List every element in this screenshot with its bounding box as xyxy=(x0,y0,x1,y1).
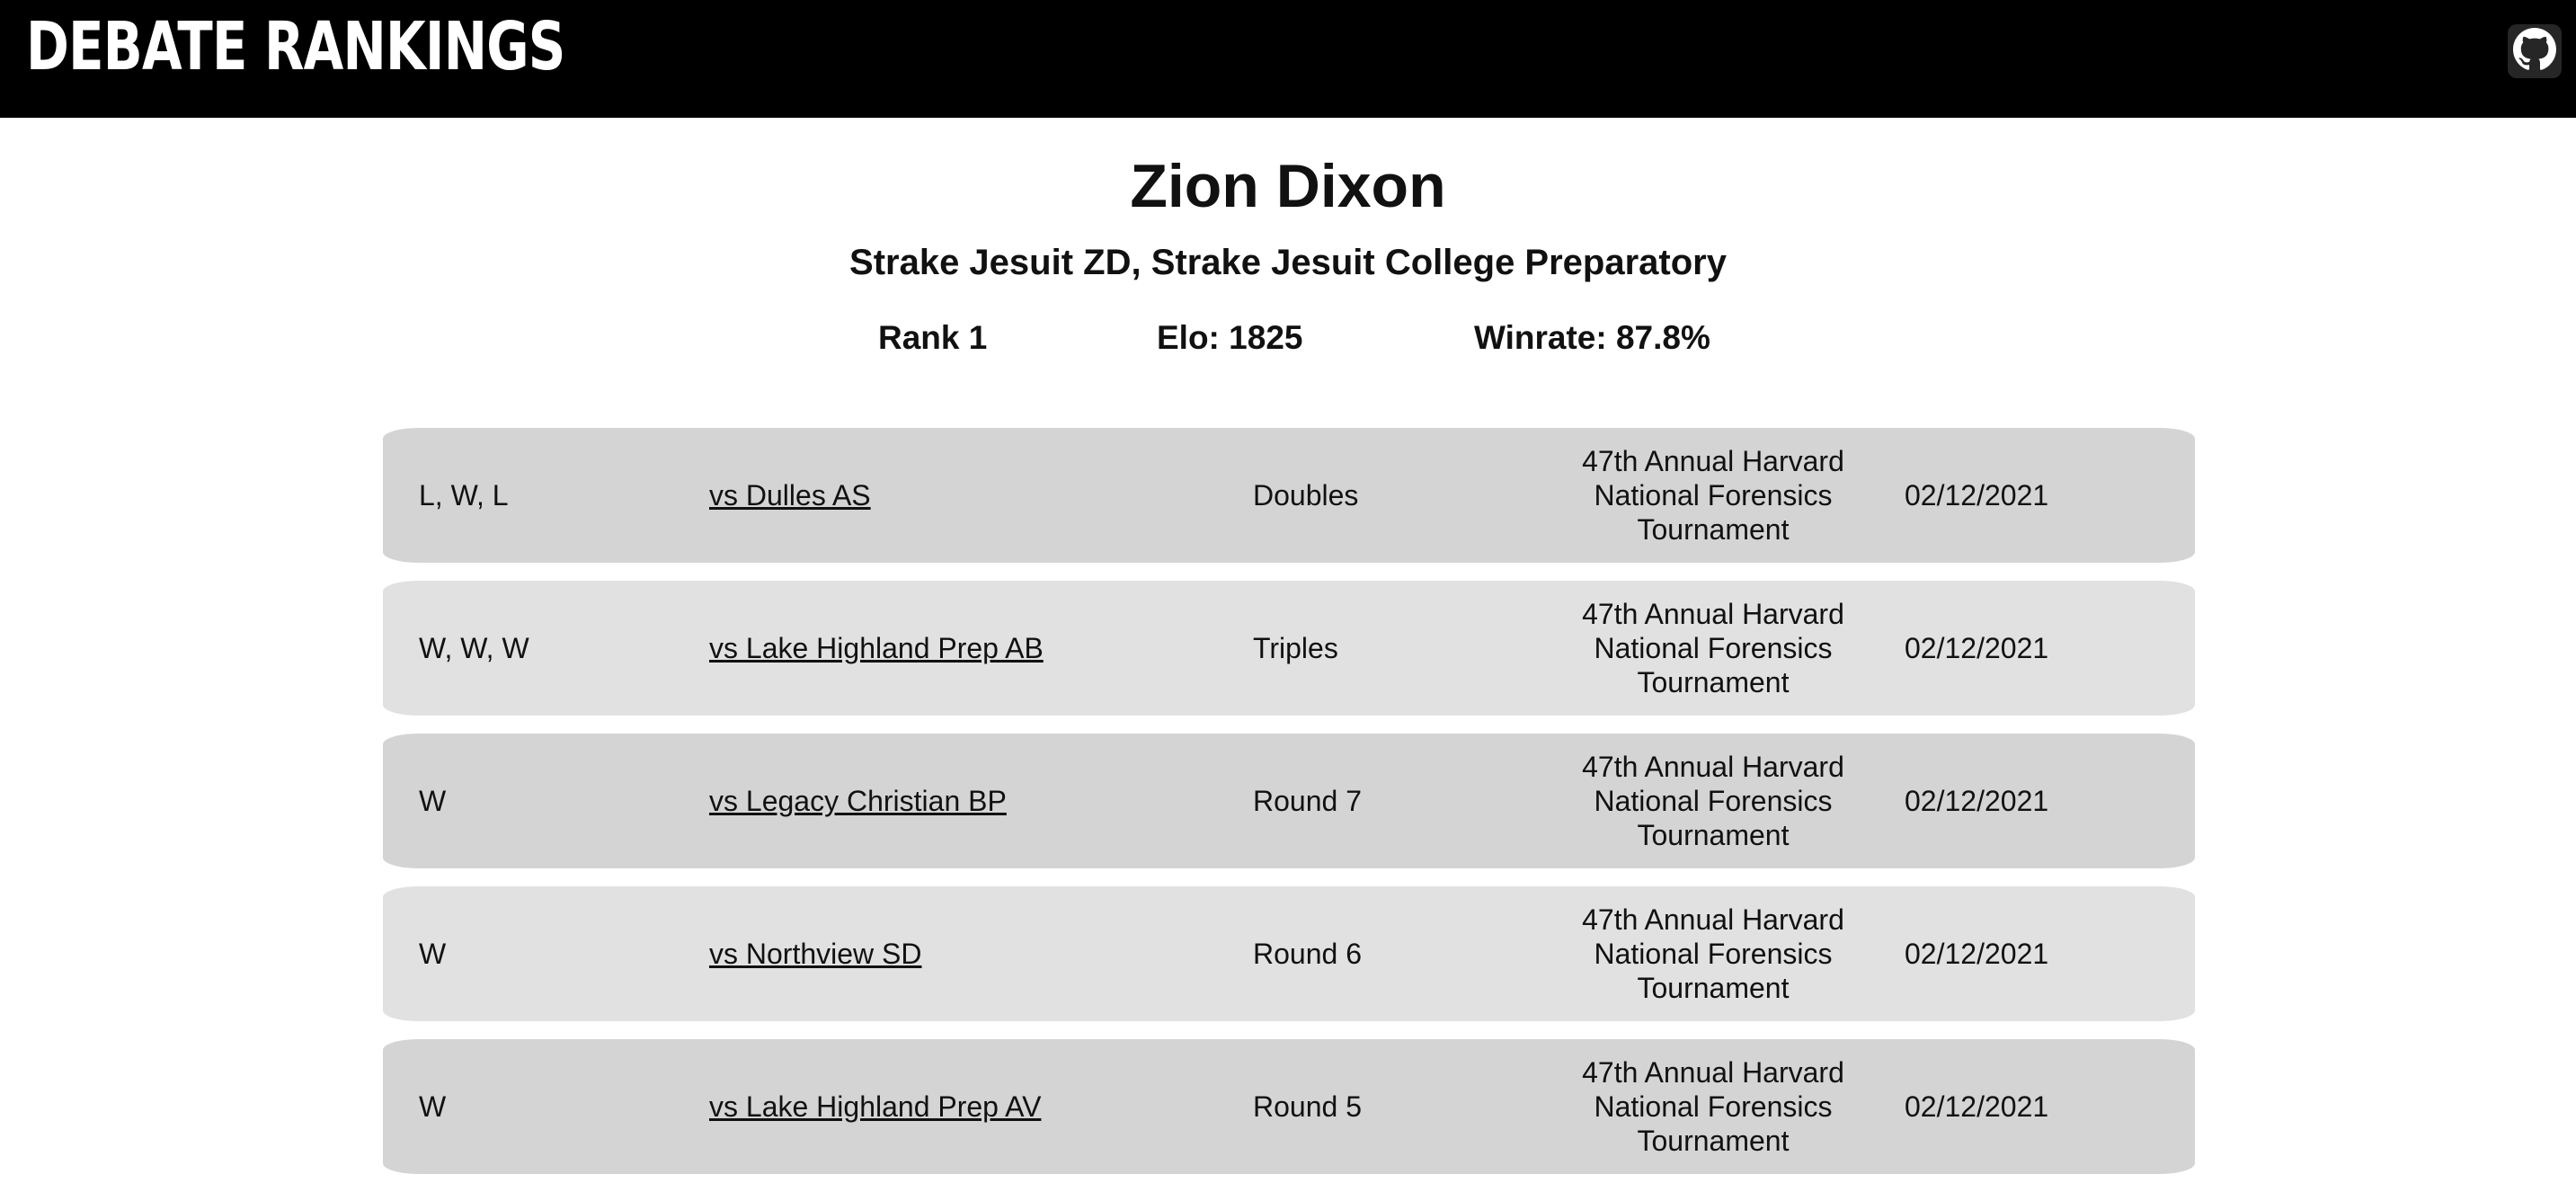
tournament-name: 47th Annual Harvard National Forensics T… xyxy=(1582,903,1844,1004)
round-date: 02/12/2021 xyxy=(1905,785,2049,817)
tournament-name: 47th Annual Harvard National Forensics T… xyxy=(1582,751,1844,851)
round-row: W vs Northview SD Round 6 47th Annual Ha… xyxy=(383,886,2195,1021)
opponent-link[interactable]: vs Lake Highland Prep AV xyxy=(709,1090,1041,1124)
opponent-cell: vs Lake Highland Prep AB xyxy=(709,581,1044,716)
round-name: Doubles xyxy=(1253,479,1359,511)
round-date: 02/12/2021 xyxy=(1905,632,2049,664)
round-name: Round 6 xyxy=(1253,938,1362,970)
tournament-name: 47th Annual Harvard National Forensics T… xyxy=(1582,598,1844,698)
round-row: W vs Legacy Christian BP Round 7 47th An… xyxy=(383,734,2195,868)
github-link[interactable] xyxy=(2508,24,2562,78)
opponent-cell: vs Legacy Christian BP xyxy=(709,734,1007,868)
rank-stat: Rank 1 xyxy=(878,319,988,356)
round-result: W xyxy=(419,1090,447,1123)
round-result: W xyxy=(419,938,447,970)
debater-name: Zion Dixon xyxy=(1130,152,1446,220)
round-name: Triples xyxy=(1253,632,1338,664)
round-date: 02/12/2021 xyxy=(1905,479,2049,511)
opponent-cell: vs Dulles AS xyxy=(709,428,871,563)
opponent-cell: vs Northview SD xyxy=(709,886,922,1021)
opponent-link[interactable]: vs Dulles AS xyxy=(709,478,871,512)
opponent-link[interactable]: vs Lake Highland Prep AB xyxy=(709,631,1044,665)
round-name: Round 7 xyxy=(1253,785,1362,817)
round-result: L, W, L xyxy=(419,479,509,511)
opponent-link[interactable]: vs Legacy Christian BP xyxy=(709,784,1007,818)
round-name: Round 5 xyxy=(1253,1090,1362,1123)
round-result: W, W, W xyxy=(419,632,529,664)
opponent-link[interactable]: vs Northview SD xyxy=(709,937,922,971)
opponent-cell: vs Lake Highland Prep AV xyxy=(709,1039,1041,1174)
round-date: 02/12/2021 xyxy=(1905,1090,2049,1123)
round-row: L, W, L vs Dulles AS Doubles 47th Annual… xyxy=(383,428,2195,563)
tournament-name: 47th Annual Harvard National Forensics T… xyxy=(1582,1056,1844,1157)
site-title[interactable]: DEBATE RANKINGS xyxy=(26,10,565,84)
rounds-list: L, W, L vs Dulles AS Doubles 47th Annual… xyxy=(383,428,2195,1192)
winrate-stat: Winrate: 87.8% xyxy=(1474,319,1710,356)
elo-stat: Elo: 1825 xyxy=(1157,319,1303,356)
round-date: 02/12/2021 xyxy=(1905,938,2049,970)
top-navbar: DEBATE RANKINGS xyxy=(0,0,2576,118)
tournament-name: 47th Annual Harvard National Forensics T… xyxy=(1582,445,1844,546)
debater-team: Strake Jesuit ZD, Strake Jesuit College … xyxy=(849,243,1727,282)
github-icon xyxy=(2513,27,2556,76)
round-result: W xyxy=(419,785,447,817)
round-row: W, W, W vs Lake Highland Prep AB Triples… xyxy=(383,581,2195,716)
round-row: W vs Lake Highland Prep AV Round 5 47th … xyxy=(383,1039,2195,1174)
